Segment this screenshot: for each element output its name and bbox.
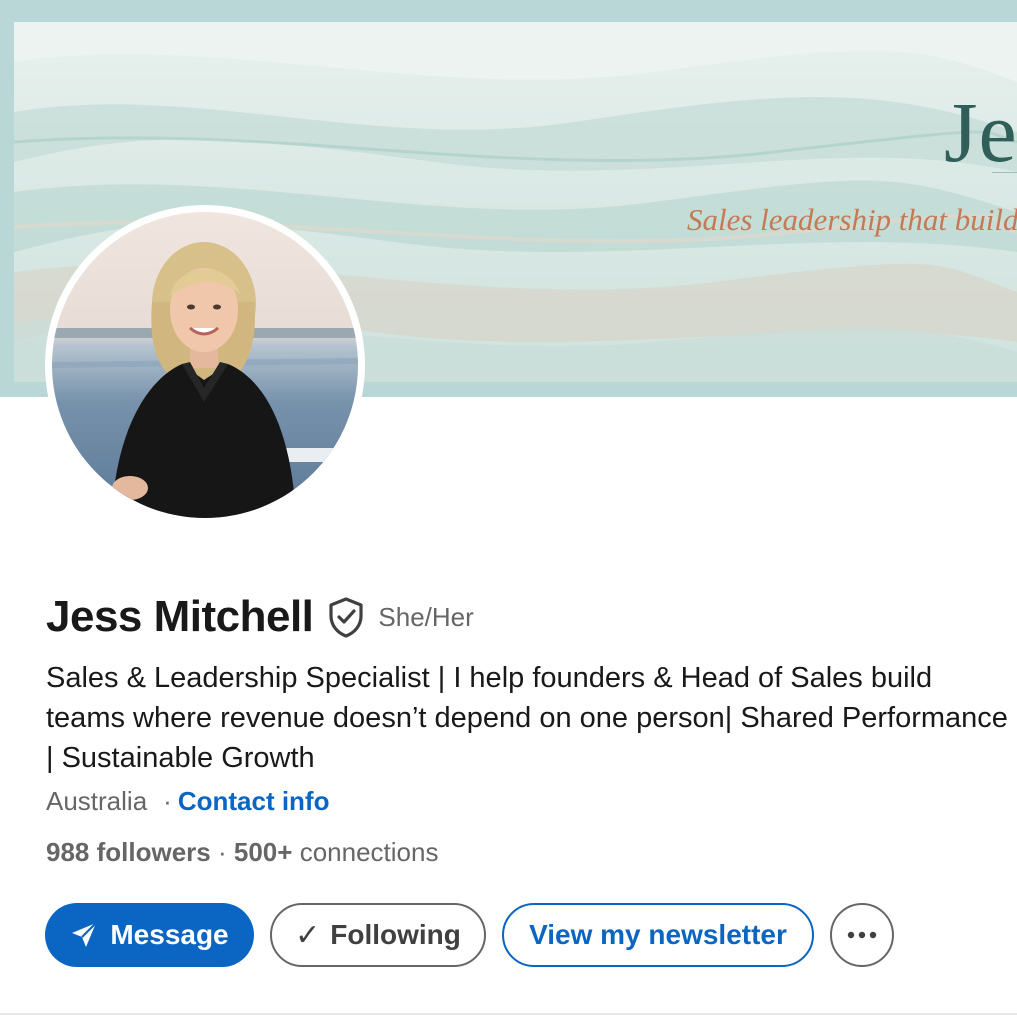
message-button-label: Message bbox=[110, 919, 229, 950]
separator-dot: · bbox=[163, 786, 172, 816]
newsletter-button-label: View my newsletter bbox=[529, 919, 787, 950]
view-newsletter-button[interactable]: View my newsletter bbox=[502, 903, 814, 967]
location-row: Australia · Contact info bbox=[46, 786, 329, 817]
message-button[interactable]: Message bbox=[45, 903, 254, 967]
profile-pronouns: She/Her bbox=[378, 601, 474, 632]
profile-avatar[interactable] bbox=[45, 205, 365, 525]
avatar-photo bbox=[52, 212, 358, 518]
paper-plane-icon bbox=[72, 922, 98, 947]
profile-location: Australia bbox=[46, 786, 148, 816]
following-button[interactable]: ✓ Following bbox=[270, 903, 486, 967]
ellipsis-icon bbox=[847, 931, 877, 939]
profile-name: Jess Mitchell bbox=[46, 592, 314, 641]
avatar-portrait bbox=[52, 242, 358, 518]
banner-tagline: Sales leadership that builds bbox=[687, 202, 1017, 237]
more-actions-button[interactable] bbox=[830, 903, 894, 967]
checkmark-icon: ✓ bbox=[295, 918, 321, 952]
stats-separator: · bbox=[217, 837, 227, 867]
profile-headline: Sales & Leadership Specialist | I help f… bbox=[46, 662, 1008, 774]
banner-title: Je bbox=[944, 84, 1017, 180]
section-divider bbox=[0, 1013, 1017, 1015]
shield-check-icon[interactable] bbox=[327, 596, 365, 638]
profile-page: Je Sales leadership that builds Jess Mit… bbox=[0, 0, 1017, 1017]
connections-label: connections bbox=[299, 837, 439, 867]
profile-name-row: Jess Mitchell She/Her bbox=[46, 592, 474, 642]
contact-info-link[interactable]: Contact info bbox=[178, 786, 330, 816]
network-stats: 988 followers · 500+ connections bbox=[46, 837, 438, 868]
followers-count[interactable]: 988 followers bbox=[46, 837, 211, 867]
banner-divider bbox=[992, 172, 1017, 173]
following-button-label: Following bbox=[330, 919, 461, 950]
connections-count[interactable]: 500+ bbox=[234, 837, 293, 867]
